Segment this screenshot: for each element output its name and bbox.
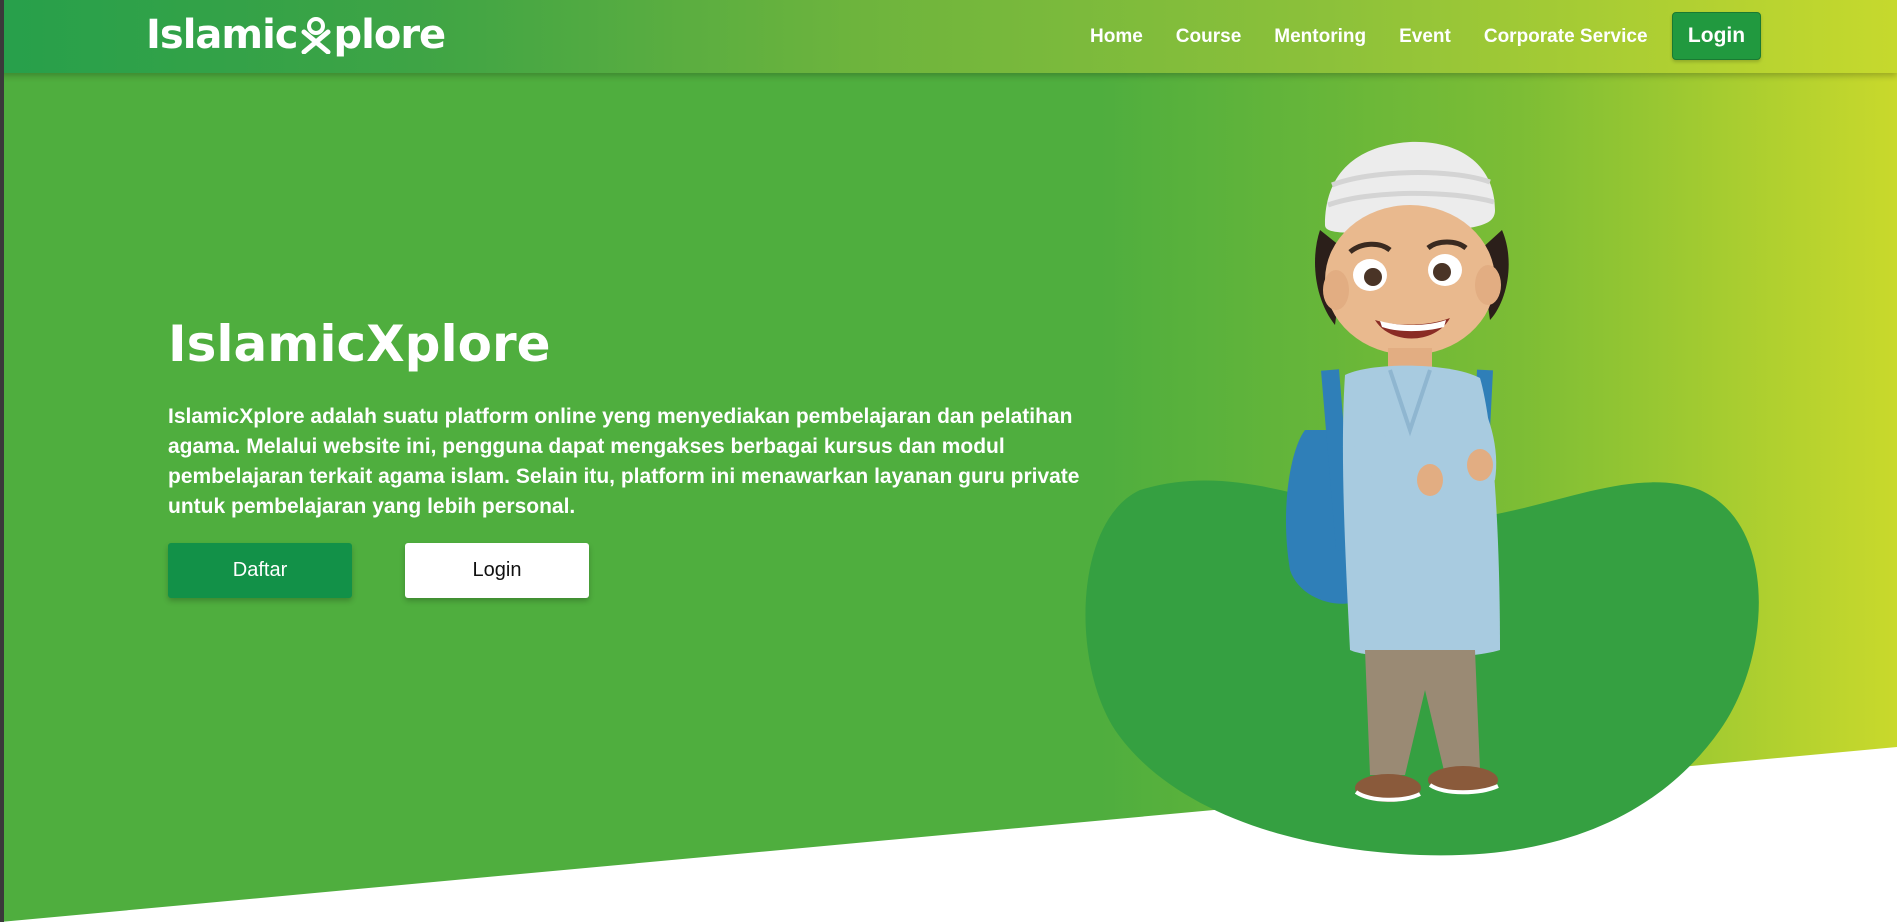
nav-corporate-service[interactable]: Corporate Service xyxy=(1484,26,1648,48)
nav-login-button[interactable]: Login xyxy=(1672,12,1761,60)
student-boy-with-backpack-illustration xyxy=(1285,141,1509,802)
nav-event[interactable]: Event xyxy=(1399,26,1451,48)
crescent-x-mark-icon xyxy=(301,17,330,54)
nav-mentoring[interactable]: Mentoring xyxy=(1274,26,1366,48)
landing-page: Islamic plore Home Course Mentoring Even… xyxy=(0,0,1897,922)
nav-home[interactable]: Home xyxy=(1090,26,1143,48)
brand-logo[interactable]: Islamic plore xyxy=(146,11,447,59)
navbar: Islamic plore Home Course Mentoring Even… xyxy=(0,0,1897,73)
hero-description: IslamicXplore adalah suatu platform onli… xyxy=(168,405,1080,518)
logo-text-right: plore xyxy=(333,12,447,58)
hero-login-button[interactable]: Login xyxy=(405,543,589,598)
hero-title: IslamicXplore xyxy=(168,315,551,373)
daftar-button[interactable]: Daftar xyxy=(168,543,352,598)
window-edge xyxy=(0,0,4,922)
nav-course[interactable]: Course xyxy=(1176,26,1241,48)
logo-text-left: Islamic xyxy=(146,12,298,58)
main-nav: Home Course Mentoring Event Corporate Se… xyxy=(1090,0,1681,73)
